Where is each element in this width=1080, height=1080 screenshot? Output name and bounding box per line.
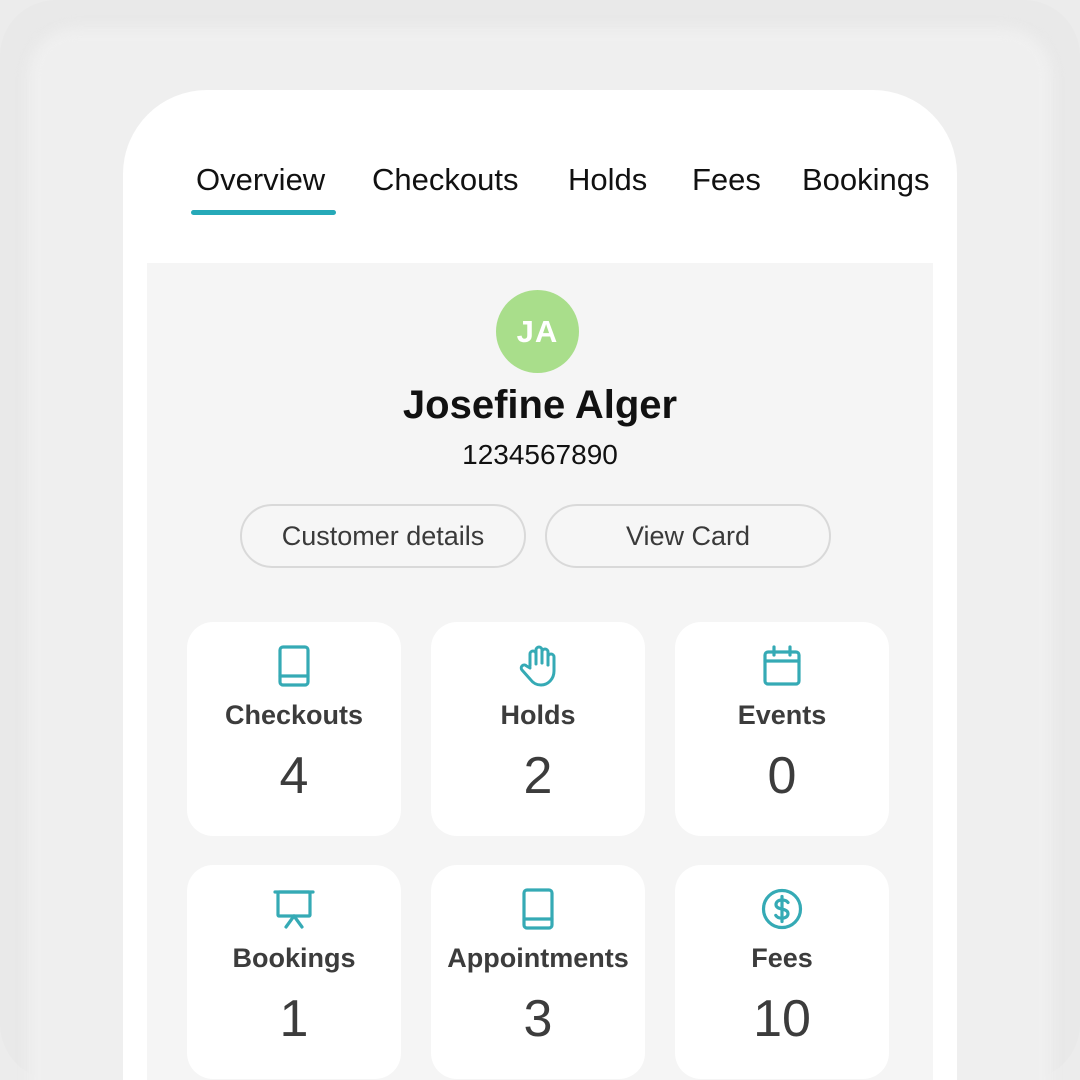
hand-icon: [431, 644, 645, 688]
tile-count: 4: [279, 747, 309, 805]
dollar-circle-icon: [675, 887, 889, 931]
active-tab-indicator: [191, 210, 336, 215]
avatar: JA: [496, 290, 579, 373]
overview-panel: JA Josefine Alger 1234567890 Customer de…: [147, 263, 933, 1080]
calendar-icon: [675, 644, 889, 688]
tab-holds[interactable]: Holds: [568, 162, 647, 198]
tile-label: Events: [737, 700, 827, 730]
tile-label: Appointments: [447, 943, 629, 973]
tile-count: 1: [279, 990, 309, 1048]
tile-appointments[interactable]: Appointments 3: [431, 865, 645, 1079]
tile-label: Checkouts: [224, 700, 364, 730]
customer-details-button[interactable]: Customer details: [240, 504, 526, 568]
tile-bookings[interactable]: Bookings 1: [187, 865, 401, 1079]
tile-fees[interactable]: Fees 10: [675, 865, 889, 1079]
avatar-initials: JA: [516, 313, 559, 349]
tile-holds[interactable]: Holds 2: [431, 622, 645, 836]
tab-bookings[interactable]: Bookings: [802, 162, 930, 198]
tab-checkouts[interactable]: Checkouts: [372, 162, 518, 198]
tile-label: Fees: [751, 943, 813, 973]
book-icon: [187, 644, 401, 688]
tab-bar: Overview Checkouts Holds Fees Bookings: [123, 90, 957, 230]
customer-name: Josefine Alger: [402, 383, 678, 427]
tab-overview[interactable]: Overview: [196, 162, 325, 198]
phone-screen: Overview Checkouts Holds Fees Bookings J…: [123, 90, 957, 1080]
book-icon: [431, 887, 645, 931]
tile-events[interactable]: Events 0: [675, 622, 889, 836]
customer-details-label: Customer details: [281, 520, 485, 551]
tile-label: Bookings: [232, 943, 356, 973]
tab-fees[interactable]: Fees: [692, 162, 761, 198]
tile-count: 2: [523, 747, 553, 805]
library-card-number: 1234567890: [462, 439, 618, 470]
tile-count: 10: [753, 990, 811, 1048]
tile-label: Holds: [500, 700, 576, 730]
tile-count: 3: [523, 990, 553, 1048]
view-card-button[interactable]: View Card: [545, 504, 831, 568]
tile-count: 0: [767, 747, 797, 805]
view-card-label: View Card: [625, 520, 751, 551]
presentation-board-icon: [187, 887, 401, 931]
tile-checkouts[interactable]: Checkouts 4: [187, 622, 401, 836]
